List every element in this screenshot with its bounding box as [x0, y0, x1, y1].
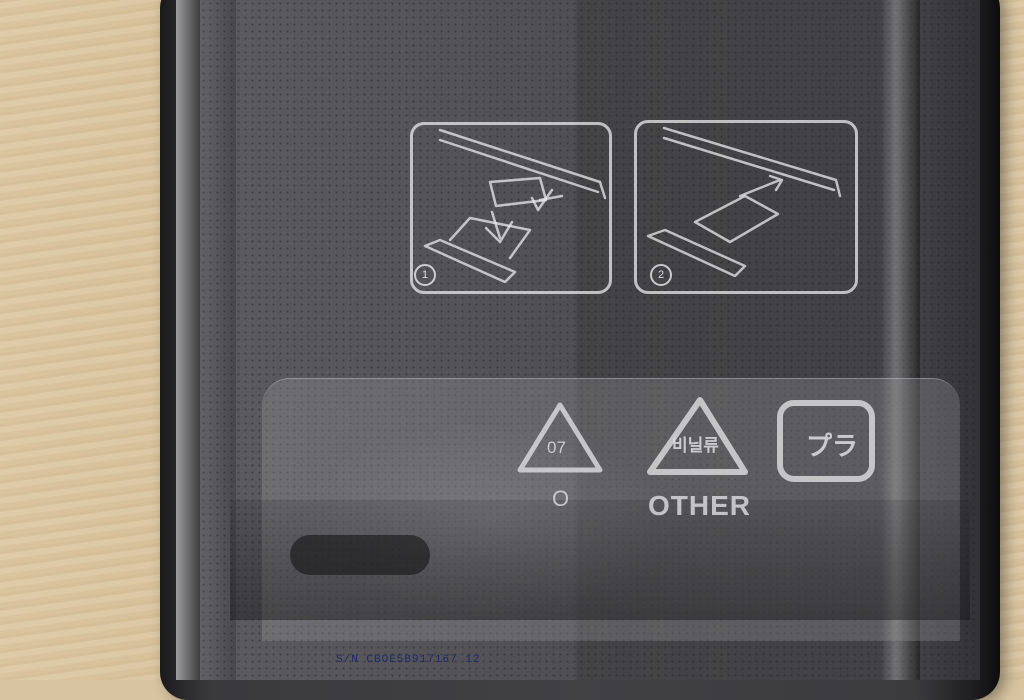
- step-1-badge: 1: [414, 264, 436, 286]
- plastic-label: プラ: [806, 431, 859, 461]
- push-arrow-icon-2: [738, 174, 784, 198]
- sim-card-icon-1: [488, 176, 548, 208]
- phone-corner-illustration-1: [438, 128, 607, 200]
- other-label: OTHER: [648, 490, 751, 521]
- step-2-badge: 2: [650, 264, 672, 286]
- recycle-code-letter: O: [552, 486, 570, 511]
- sim-card-icon-2: [693, 194, 780, 244]
- line-illustrations: [423, 126, 875, 482]
- serial-number: S/N CBOE5B917167 12: [336, 654, 481, 666]
- vinyl-label: 비닐류: [672, 436, 719, 455]
- photo-scene: 1 2 07 O 비닐류 OTHER プラ S/N CBOE5B917167 1…: [0, 0, 1024, 700]
- phone-corner-illustration-2: [662, 126, 842, 198]
- sim-tray-icon-1: [423, 238, 517, 284]
- recycle-code-number: 07: [547, 438, 566, 457]
